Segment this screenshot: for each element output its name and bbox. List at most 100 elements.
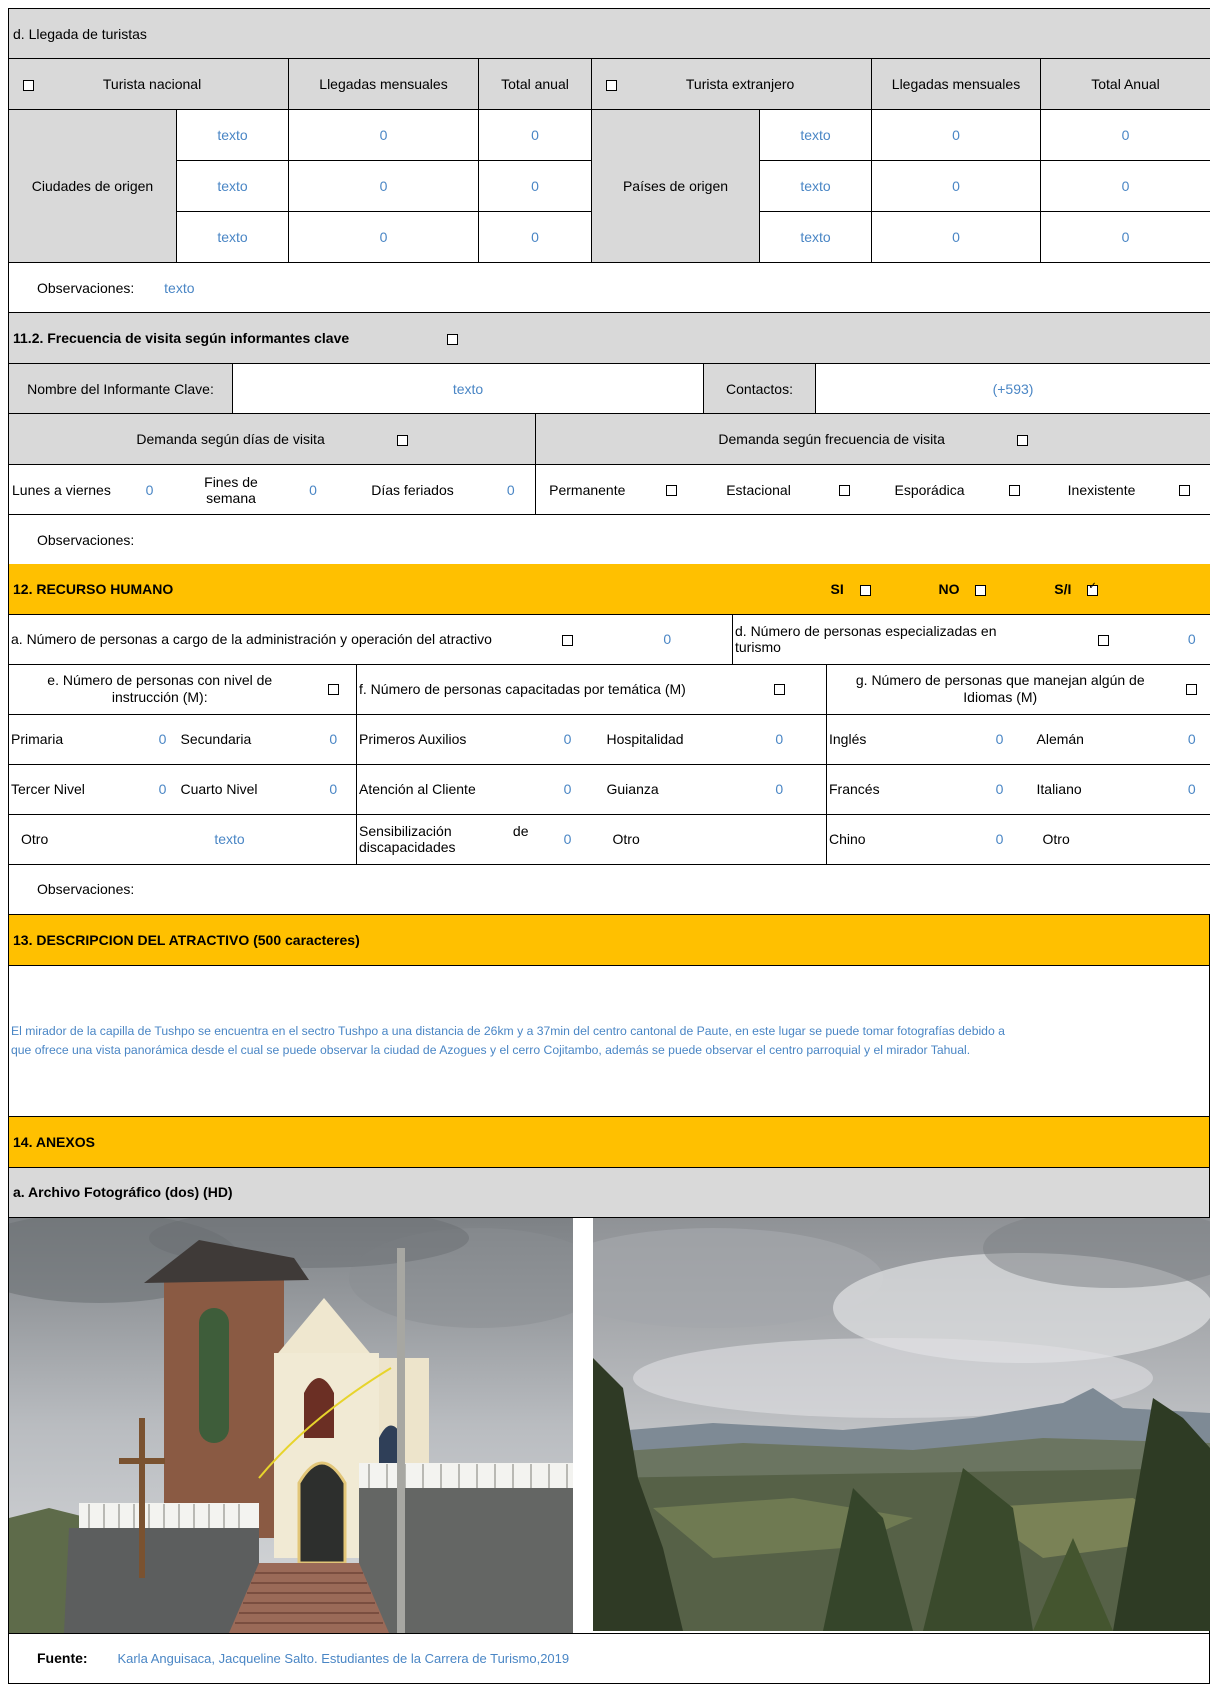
ingles-value[interactable]: 0 — [967, 714, 1033, 764]
frecuencia-observaciones: Observaciones: — [9, 515, 1210, 565]
italiano-value[interactable]: 0 — [1174, 764, 1210, 814]
a-checkbox[interactable] — [562, 635, 573, 646]
primeros-value[interactable]: 0 — [533, 714, 603, 764]
pais-1[interactable]: texto — [760, 110, 872, 161]
ciudades-label: Ciudades de origen — [9, 110, 177, 263]
permanente-checkbox[interactable] — [666, 485, 677, 496]
cuarto-value[interactable]: 0 — [311, 764, 357, 814]
total-anual2-header: Total Anual — [1041, 59, 1210, 110]
descripcion-text[interactable]: El mirador de la capilla de Tushpo se en… — [9, 965, 1210, 1116]
fuente-value: Karla Anguisaca, Jacqueline Salto. Estud… — [117, 1651, 569, 1666]
pais-1-mensual[interactable]: 0 — [872, 110, 1041, 161]
esporadica-checkbox[interactable] — [1009, 485, 1020, 496]
ciudad-2[interactable]: texto — [177, 161, 289, 212]
fines-label: Fines de semana — [175, 465, 288, 515]
ciudad-3-anual[interactable]: 0 — [479, 212, 592, 263]
paises-label: Países de origen — [592, 110, 760, 263]
anexos-title: 14. ANEXOS — [9, 1116, 1210, 1167]
pais-3[interactable]: texto — [760, 212, 872, 263]
total-anual-header: Total anual — [479, 59, 592, 110]
tercer-value[interactable]: 0 — [149, 764, 177, 814]
informante-value[interactable]: texto — [233, 364, 704, 414]
pais-2-mensual[interactable]: 0 — [872, 161, 1041, 212]
frances-label: Francés — [827, 764, 967, 814]
otro1-value[interactable]: texto — [149, 814, 311, 864]
ciudad-2-anual[interactable]: 0 — [479, 161, 592, 212]
e-label: e. Número de personas con nivel de instr… — [9, 664, 311, 714]
d-checkbox[interactable] — [1098, 635, 1109, 646]
informante-label: Nombre del Informante Clave: — [9, 364, 233, 414]
chino-value[interactable]: 0 — [967, 814, 1033, 864]
f-checkbox[interactable] — [774, 684, 785, 695]
contactos-value[interactable]: (+593) — [816, 364, 1210, 414]
turista-extranjero-cell: Turista extranjero — [592, 59, 872, 110]
demanda-dias-cell: Demanda según días de visita — [9, 414, 536, 465]
ciudad-1-mensual[interactable]: 0 — [289, 110, 479, 161]
archivo-label: a. Archivo Fotográfico (dos) (HD) — [9, 1167, 1210, 1217]
fines-value[interactable]: 0 — [288, 465, 339, 515]
esporadica-label: Esporádica — [875, 465, 985, 515]
pais-2-anual[interactable]: 0 — [1041, 161, 1210, 212]
llegadas-mensuales2-header: Llegadas mensuales — [872, 59, 1041, 110]
d-label: d. Número de personas especializadas en … — [733, 614, 1033, 664]
pais-3-anual[interactable]: 0 — [1041, 212, 1210, 263]
aleman-value[interactable]: 0 — [1174, 714, 1210, 764]
secundaria-value[interactable]: 0 — [311, 714, 357, 764]
fuente-cell: Fuente: Karla Anguisaca, Jacqueline Salt… — [9, 1633, 1210, 1683]
g-checkbox[interactable] — [1186, 684, 1197, 695]
frecuencia-table: 11.2. Frecuencia de visita según informa… — [8, 312, 1210, 414]
feriados-value[interactable]: 0 — [487, 465, 536, 515]
descripcion-title: 13. DESCRIPCION DEL ATRACTIVO (500 carac… — [9, 914, 1210, 965]
frecuencia-checkbox[interactable] — [447, 334, 458, 345]
ciudad-1-anual[interactable]: 0 — [479, 110, 592, 161]
extranjero-checkbox[interactable] — [606, 80, 617, 91]
frecuencia-title: 11.2. Frecuencia de visita según informa… — [13, 330, 349, 346]
photo-area — [8, 1218, 1210, 1633]
ciudad-3[interactable]: texto — [177, 212, 289, 263]
si-sin-info-label: S/I — [1054, 581, 1071, 597]
inexistente-label: Inexistente — [1044, 465, 1160, 515]
guianza-label: Guianza — [603, 764, 733, 814]
inexistente-checkbox[interactable] — [1179, 485, 1190, 496]
frances-value[interactable]: 0 — [967, 764, 1033, 814]
ciudad-1[interactable]: texto — [177, 110, 289, 161]
e-checkbox[interactable] — [328, 684, 339, 695]
g-label: g. Número de personas que manejan algún … — [827, 664, 1174, 714]
estacional-checkbox[interactable] — [839, 485, 850, 496]
observaciones-value[interactable]: texto — [164, 280, 194, 296]
no-checkbox[interactable] — [975, 585, 986, 596]
nacional-checkbox[interactable] — [23, 80, 34, 91]
ciudad-3-mensual[interactable]: 0 — [289, 212, 479, 263]
demanda-dias-checkbox[interactable] — [397, 435, 408, 446]
demanda-frec-checkbox[interactable] — [1017, 435, 1028, 446]
fuente-label: Fuente: — [37, 1650, 88, 1666]
chino-label: Chino — [827, 814, 967, 864]
feriados-label: Días feriados — [339, 465, 487, 515]
cuarto-label: Cuarto Nivel — [177, 764, 311, 814]
contactos-label: Contactos: — [704, 364, 816, 414]
atencion-label: Atención al Cliente — [357, 764, 533, 814]
pais-2[interactable]: texto — [760, 161, 872, 212]
hospitalidad-value[interactable]: 0 — [733, 714, 827, 764]
demanda-dias-label: Demanda según días de visita — [136, 431, 324, 447]
ciudad-2-mensual[interactable]: 0 — [289, 161, 479, 212]
primaria-value[interactable]: 0 — [149, 714, 177, 764]
si-label: SI — [831, 581, 844, 597]
sin-info-checkbox[interactable] — [1087, 585, 1098, 596]
sensibilizacion-value[interactable]: 0 — [533, 814, 603, 864]
descripcion-line-2: que ofrece una vista panorámica desde el… — [11, 1041, 1205, 1060]
pais-3-mensual[interactable]: 0 — [872, 212, 1041, 263]
discapacidades-label: discapacidades — [359, 839, 529, 855]
sensibilizacion-de: de — [513, 823, 529, 839]
atencion-value[interactable]: 0 — [533, 764, 603, 814]
landscape-photo — [593, 1218, 1210, 1631]
guianza-value[interactable]: 0 — [733, 764, 827, 814]
pais-1-anual[interactable]: 0 — [1041, 110, 1210, 161]
recurso-title: 12. RECURSO HUMANO — [9, 564, 827, 614]
demanda-frec-cell: Demanda según frecuencia de visita — [536, 414, 1210, 465]
a-value[interactable]: 0 — [603, 614, 733, 664]
si-checkbox[interactable] — [860, 585, 871, 596]
d-value[interactable]: 0 — [1174, 614, 1210, 664]
fuente-table: Fuente: Karla Anguisaca, Jacqueline Salt… — [8, 1633, 1210, 1684]
lunes-value[interactable]: 0 — [125, 465, 175, 515]
